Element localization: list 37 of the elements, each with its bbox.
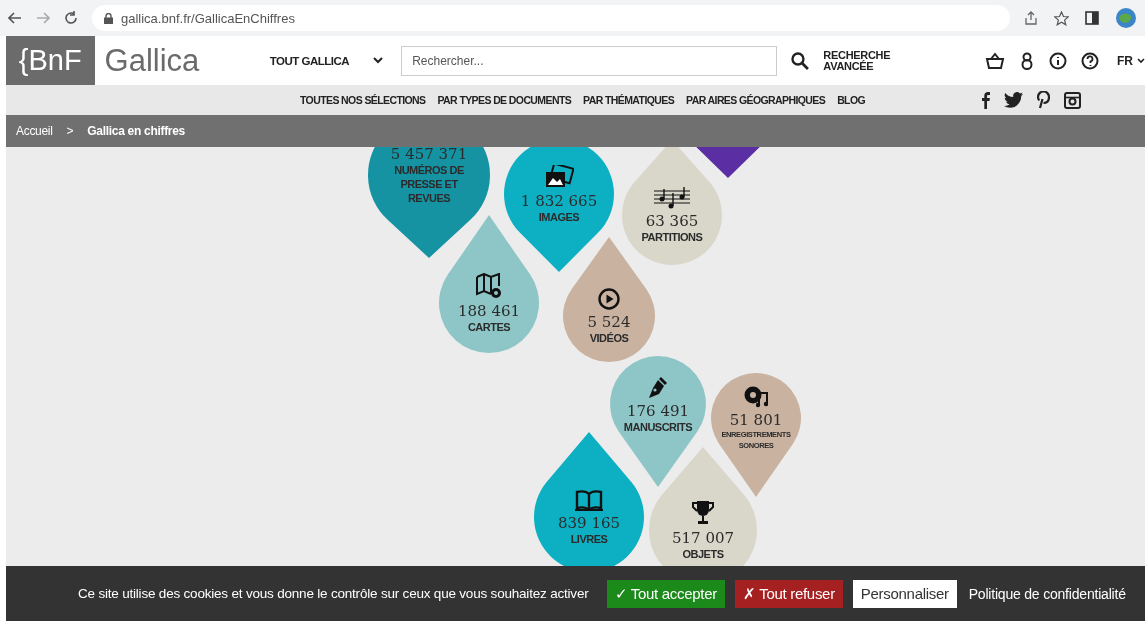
bnf-logo[interactable]: {BnF — [6, 36, 95, 85]
scope-dropdown[interactable]: TOUT GALLICA — [269, 54, 402, 67]
count-number: 517 007 — [672, 529, 734, 547]
privacy-link[interactable]: Politique de confidentialité — [968, 585, 1126, 602]
count-number: 63 365 — [645, 212, 699, 230]
count-number: 188 461 — [458, 302, 520, 320]
cookie-message: Ce site utilise des cookies et vous donne le contrôle sur ceux que vous souhaitez activer — [78, 586, 589, 601]
count-number: 839 165 — [558, 514, 620, 532]
count-number: 5 524 — [587, 313, 631, 331]
advanced-search-link[interactable]: RECHERCHE AVANCÉE — [823, 49, 893, 72]
refuse-button[interactable]: ✗ Tout refuser — [734, 579, 843, 608]
count-number: 51 801 — [729, 411, 783, 429]
nav-link[interactable]: PAR TYPES DE DOCUMENTS — [437, 94, 572, 106]
nav-link[interactable]: PAR THÉMATIQUES — [583, 94, 675, 106]
nav-link[interactable]: PAR AIRES GÉOGRAPHIQUES — [686, 94, 826, 106]
category-label: OBJETS — [682, 546, 724, 561]
category-label: PARTITIONS — [641, 229, 703, 244]
category-label: NUMÉROS DE PRESSE ET REVUES — [393, 162, 465, 205]
url-text: gallica.bnf.fr/GallicaEnChiffres — [121, 10, 295, 26]
nav-link[interactable]: BLOG — [837, 94, 866, 106]
count-number: 176 491 — [627, 402, 689, 420]
category-label: IMAGES — [538, 209, 580, 224]
category-label: VIDÉOS — [589, 330, 629, 345]
breadcrumb-separator: > — [66, 124, 74, 138]
category-label: CARTES — [467, 319, 511, 334]
breadcrumb-link[interactable]: Accueil — [16, 124, 53, 138]
count-number: 5 457 371 — [390, 147, 468, 163]
language-selector[interactable]: FR — [1117, 53, 1145, 68]
search-field[interactable]: Rechercher... — [401, 45, 778, 76]
count-number: 1 832 665 — [520, 192, 598, 210]
category-label: LIVRES — [570, 531, 608, 546]
nav-link[interactable]: TOUTES NOS SÉLECTIONS — [300, 94, 426, 106]
site-name: Gallica — [104, 42, 201, 79]
address-bar[interactable]: gallica.bnf.fr/GallicaEnChiffres — [92, 5, 1010, 31]
accept-button[interactable]: ✓ Tout accepter — [606, 579, 725, 608]
category-label: MANUSCRITS — [623, 419, 693, 434]
customize-button[interactable]: Personnaliser — [852, 579, 957, 608]
